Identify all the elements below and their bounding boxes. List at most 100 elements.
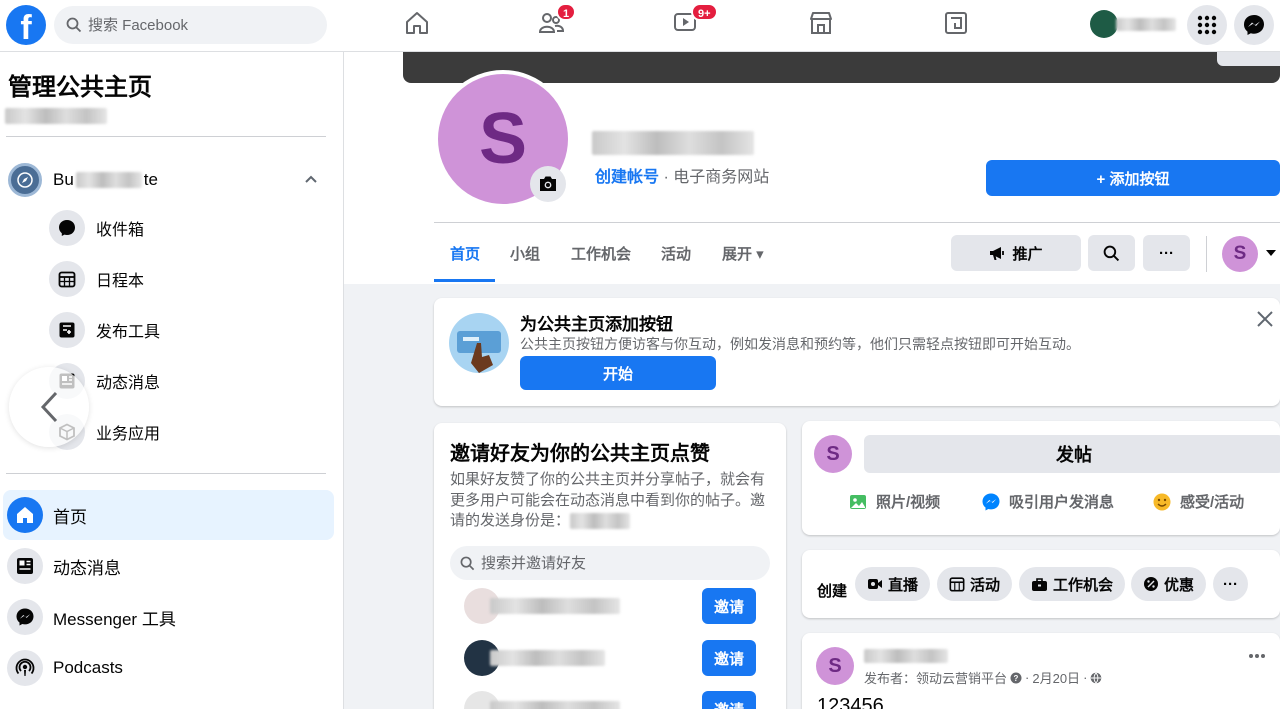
post-publisher: 发布者：领动云营销平台 [864, 671, 1008, 686]
post-meta: 发布者：领动云营销平台 ? · 2月20日 · [864, 668, 1102, 687]
invite-search[interactable] [450, 546, 770, 580]
page-name-heading-redacted [592, 131, 754, 155]
menu-button[interactable] [1187, 5, 1227, 45]
chevron-up-icon[interactable] [304, 172, 318, 186]
search-icon [66, 17, 82, 33]
compass-icon [17, 172, 33, 188]
sidebar-item-label: 发布工具 [96, 324, 161, 341]
feed-post: S 发布者：领动云营销平台 ? · 2月20日 · 123456 [802, 633, 1280, 709]
invite-button[interactable]: 邀请 [702, 691, 756, 709]
more-options-button[interactable]: ··· [1143, 235, 1190, 271]
search-icon [460, 556, 475, 570]
friend-row: 邀请 [464, 588, 756, 624]
page-name-redacted [5, 108, 107, 124]
post-author-avatar[interactable]: S [816, 647, 854, 685]
sender-name-redacted [570, 513, 631, 530]
create-post-button[interactable]: 发帖 [864, 435, 1280, 473]
page-account-switcher[interactable]: Bu te [8, 160, 326, 200]
friend-name-redacted [490, 701, 620, 709]
post-text: 123456 [817, 695, 884, 709]
tab-groups[interactable]: 小组 [510, 243, 540, 264]
top-nav-bar: f 1 9+ [0, 0, 1280, 52]
tab-jobs[interactable]: 工作机会 [571, 243, 631, 264]
active-tab-indicator [434, 279, 495, 282]
sidebar-item-label: Messenger 工具 [53, 609, 176, 629]
globe-icon [1091, 672, 1102, 684]
meta-separator: · [1025, 670, 1030, 685]
header-vertical-divider [1206, 236, 1207, 272]
add-button[interactable]: + 添加按钮 [986, 160, 1280, 196]
get-messages-action[interactable]: 吸引用户发消息 [981, 491, 1114, 512]
nav-friends-icon[interactable]: 1 [538, 3, 577, 40]
job-pill[interactable]: 工作机会 [1019, 567, 1126, 601]
invite-search-input[interactable] [481, 554, 761, 572]
promote-button[interactable]: 推广 [951, 235, 1081, 271]
friend-name-redacted [490, 650, 605, 666]
event-pill[interactable]: 活动 [937, 567, 1013, 601]
live-pill[interactable]: 直播 [855, 567, 931, 601]
feeling-activity-action[interactable]: 感受/活动 [1152, 491, 1244, 512]
invite-description: 如果好友赞了你的公共主页并分享帖子，就会有更多用户可能会在动态消息中看到你的帖子… [450, 470, 770, 532]
tab-events[interactable]: 活动 [661, 243, 691, 264]
messenger-icon [16, 608, 34, 626]
grid-menu-icon [1197, 15, 1217, 35]
friend-row: 邀请 [464, 640, 756, 676]
help-icon[interactable]: ? [1010, 672, 1022, 684]
header-divider [434, 222, 1280, 223]
sidebar-item-news-feed-main[interactable]: 动态消息 [3, 541, 334, 591]
feeling-activity-label: 感受/活动 [1180, 494, 1245, 511]
camera-icon [540, 176, 556, 191]
nav-home-icon[interactable] [404, 10, 434, 40]
sidebar-item-label: 动态消息 [96, 375, 161, 392]
meta-separator: · [1083, 670, 1088, 685]
more-create-options[interactable]: ··· [1213, 567, 1248, 601]
nav-gaming-icon[interactable] [943, 10, 973, 40]
post-date[interactable]: 2月20日 [1032, 668, 1080, 687]
invite-title: 邀请好友为你的公共主页点赞 [450, 443, 710, 465]
create-account-link[interactable]: 创建帐号 [595, 169, 659, 186]
podcast-icon [15, 658, 35, 676]
search-input[interactable] [88, 16, 308, 34]
sidebar-item-label: 首页 [53, 507, 87, 527]
invite-button[interactable]: 邀请 [702, 640, 756, 676]
tab-home[interactable]: 首页 [450, 243, 480, 264]
sidebar-item-label: 动态消息 [53, 558, 121, 578]
nav-watch-icon[interactable]: 9+ [673, 3, 718, 40]
acting-as-avatar[interactable]: S [1222, 236, 1258, 272]
post-composer: S 发帖 照片/视频 吸引用户发消息 感受/活动 [802, 421, 1280, 535]
composer-avatar: S [814, 435, 852, 473]
post-options-icon[interactable] [1248, 653, 1266, 659]
sidebar-item-inbox[interactable]: 收件箱 [49, 210, 144, 246]
friend-name-redacted [490, 598, 620, 614]
photo-video-action[interactable]: 照片/视频 [848, 491, 940, 512]
invite-button[interactable]: 邀请 [702, 588, 756, 624]
tab-more[interactable]: 展开 ▾ [722, 243, 764, 264]
offer-pill[interactable]: 优惠 [1131, 567, 1207, 601]
sidebar-item-publishing-tools[interactable]: 发布工具 [49, 312, 160, 348]
sidebar-item-label: 日程本 [96, 273, 145, 290]
page-account-avatar [8, 163, 42, 197]
friend-row: 邀请 [464, 691, 756, 709]
collapse-back-button[interactable] [9, 367, 89, 447]
page-search-button[interactable] [1088, 235, 1135, 271]
promote-label: 推广 [1012, 245, 1043, 263]
facebook-logo[interactable]: f [6, 5, 46, 45]
post-author-name-redacted [864, 649, 948, 663]
sidebar-item-messenger-tools[interactable]: Messenger 工具 [3, 592, 334, 642]
event-label: 活动 [970, 576, 1001, 594]
messenger-button[interactable] [1234, 5, 1274, 45]
sidebar-item-label: 收件箱 [96, 222, 145, 239]
caret-down-icon[interactable] [1266, 250, 1276, 258]
sidebar-item-calendar[interactable]: 日程本 [49, 261, 144, 297]
get-messages-label: 吸引用户发消息 [1009, 494, 1115, 511]
close-icon[interactable] [1256, 310, 1274, 328]
account-name-start: Bu [53, 170, 74, 189]
sidebar-item-podcasts[interactable]: Podcasts [3, 643, 334, 693]
add-button-promo-card: 为公共主页添加按钮 公共主页按钮方便访客与你互动，例如发消息和预约等，他们只需轻… [434, 298, 1280, 406]
start-button[interactable]: 开始 [520, 356, 716, 390]
sidebar-item-home[interactable]: 首页 [3, 490, 334, 540]
nav-marketplace-icon[interactable] [808, 10, 838, 40]
update-profile-picture-button[interactable] [530, 166, 566, 202]
profile-chip[interactable] [1090, 10, 1178, 38]
facebook-search[interactable] [54, 6, 327, 44]
